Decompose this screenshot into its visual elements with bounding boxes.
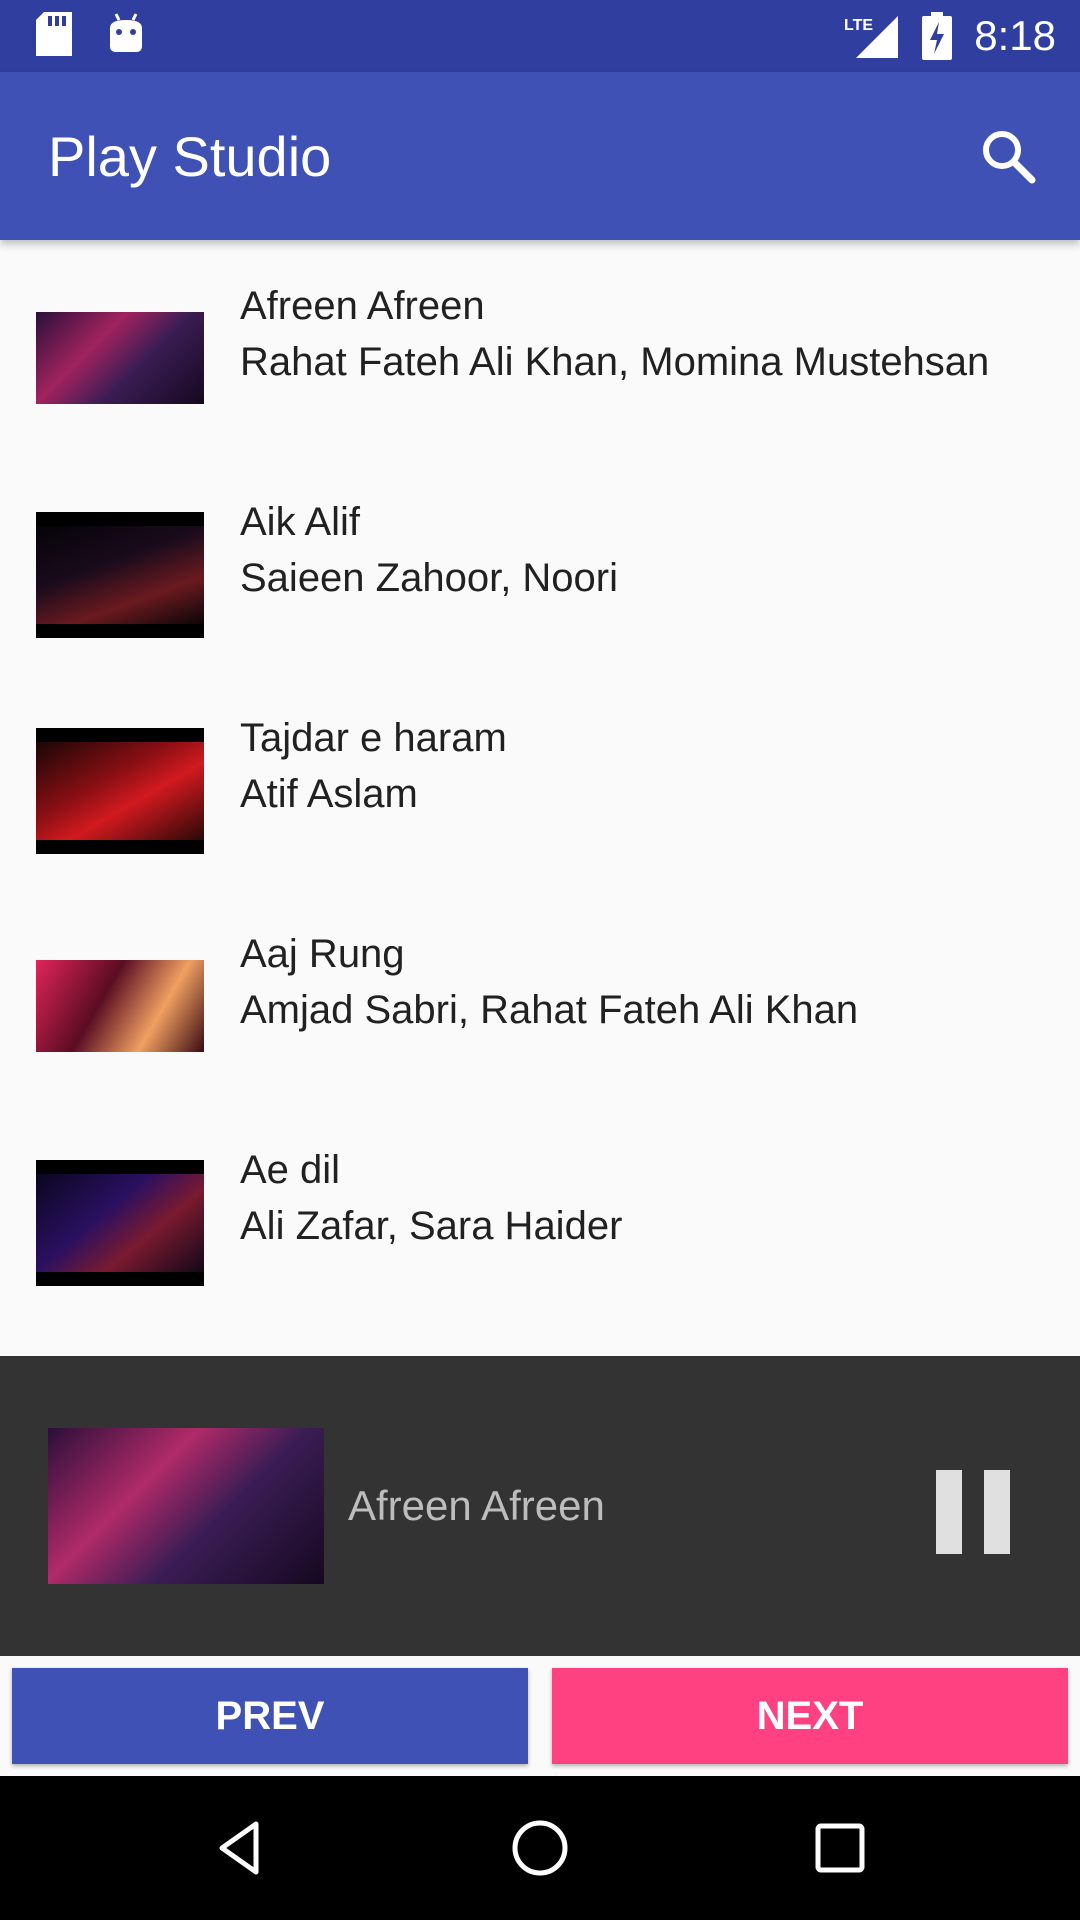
song-title: Tajdar e haram (240, 716, 507, 760)
pause-button[interactable] (936, 1464, 1032, 1560)
song-artist: Amjad Sabri, Rahat Fateh Ali Khan (240, 988, 859, 1032)
song-artist: Atif Aslam (240, 772, 418, 816)
back-button[interactable] (192, 1800, 288, 1896)
home-icon (512, 1820, 568, 1876)
song-title: Afreen Afreen (240, 284, 485, 328)
status-bar: LTE 8:18 (0, 0, 1080, 72)
song-thumbnail (36, 728, 204, 854)
song-title: Aaj Rung (240, 932, 405, 976)
android-icon (106, 12, 146, 61)
home-button[interactable] (492, 1800, 588, 1896)
next-button[interactable]: NEXT (552, 1668, 1068, 1764)
back-icon (219, 1821, 259, 1875)
song-list[interactable]: Afreen Afreen Rahat Fateh Ali Khan, Momi… (0, 240, 1080, 1356)
status-time: 8:18 (974, 12, 1056, 59)
song-artist: Saieen Zahoor, Noori (240, 556, 619, 600)
song-artist: Ali Zafar, Sara Haider (240, 1204, 623, 1248)
song-artist: Rahat Fateh Ali Khan, Momina Mustehsan (240, 340, 990, 384)
search-button[interactable] (960, 108, 1056, 204)
sd-card-icon (36, 12, 72, 61)
navigation-bar (0, 1776, 1080, 1920)
search-icon (983, 131, 1036, 184)
network-type: LTE (844, 17, 873, 34)
now-playing-thumbnail (48, 1428, 324, 1584)
now-playing-title: Afreen Afreen (348, 1482, 605, 1529)
song-thumbnail (36, 312, 204, 404)
song-title: Aik Alif (240, 500, 361, 544)
recents-button[interactable] (792, 1800, 888, 1896)
prev-button[interactable]: PREV (12, 1668, 528, 1764)
song-thumbnail (36, 512, 204, 638)
recents-icon (815, 1823, 865, 1873)
song-item[interactable]: Afreen Afreen Rahat Fateh Ali Khan, Momi… (0, 240, 1080, 456)
song-thumbnail (36, 1160, 204, 1286)
battery-charging-icon (922, 12, 952, 65)
song-item[interactable]: Ae dil Ali Zafar, Sara Haider (0, 1104, 1080, 1320)
signal-icon: LTE (842, 12, 900, 65)
song-item[interactable]: Aaj Rung Amjad Sabri, Rahat Fateh Ali Kh… (0, 888, 1080, 1104)
song-item[interactable]: Tajdar e haram Atif Aslam (0, 672, 1080, 888)
app-bar: Play Studio (0, 72, 1080, 240)
song-title: Ae dil (240, 1148, 341, 1192)
now-playing-bar[interactable]: Afreen Afreen (0, 1356, 1080, 1656)
app-title: Play Studio (48, 125, 332, 188)
song-item[interactable]: Aik Alif Saieen Zahoor, Noori (0, 456, 1080, 672)
song-thumbnail (36, 960, 204, 1052)
